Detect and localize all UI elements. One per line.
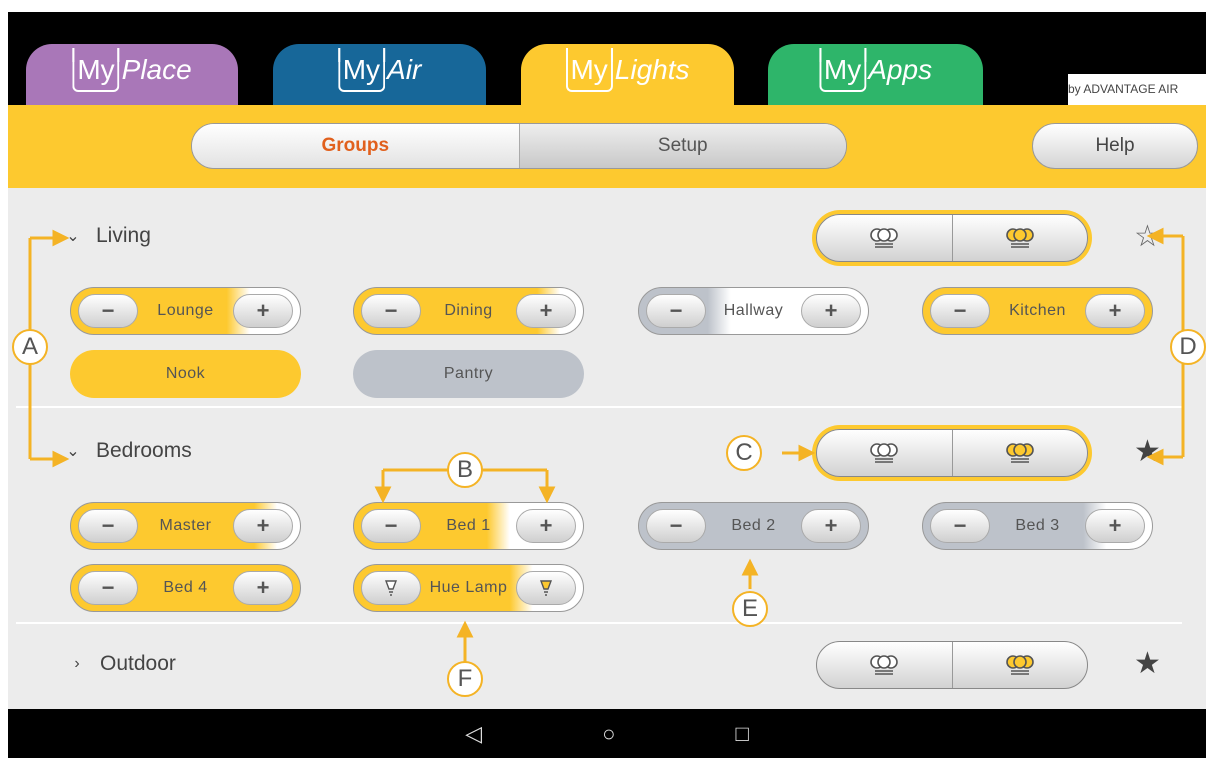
annotation-b: B <box>447 452 483 488</box>
tab-myair[interactable]: My Air <box>273 44 486 106</box>
all-on-button[interactable] <box>953 430 1088 476</box>
header-band: Groups Setup Help <box>8 105 1206 188</box>
chevron-down-icon: ⌄ <box>66 443 80 460</box>
group-header-bedrooms[interactable]: ⌄ Bedrooms <box>66 439 192 463</box>
light-dimmer-bed-3: Bed 3 − + <box>922 502 1153 550</box>
byline: by ADVANTAGE AIR <box>1068 74 1206 105</box>
chevron-down-icon: ⌄ <box>66 228 80 245</box>
light-dimmer-lounge: Lounge − + <box>70 287 301 335</box>
all-off-button[interactable] <box>817 642 953 688</box>
view-segmented-control: Groups Setup <box>191 123 847 169</box>
lamp-on-icon <box>539 580 553 596</box>
dim-up-button[interactable]: + <box>233 509 293 543</box>
group-name: Living <box>96 224 151 247</box>
dim-up-button[interactable]: + <box>801 509 861 543</box>
group-header-outdoor[interactable]: › Outdoor <box>70 652 176 676</box>
chevron-right-icon: › <box>74 655 80 672</box>
group-divider <box>16 406 1182 408</box>
help-button[interactable]: Help <box>1032 123 1198 169</box>
dim-down-button[interactable]: − <box>930 509 990 543</box>
light-dimmer-dining: Dining − + <box>353 287 584 335</box>
bulbs-off-icon <box>870 655 899 675</box>
bulbs-on-icon <box>1005 655 1034 675</box>
light-dimmer-kitchen: Kitchen − + <box>922 287 1153 335</box>
annotation-e: E <box>732 591 768 627</box>
hue-dim-button[interactable] <box>361 571 421 605</box>
bulbs-off-icon <box>870 443 899 463</box>
favourite-star-icon[interactable]: ★ <box>1134 437 1161 467</box>
dim-down-button[interactable]: − <box>78 509 138 543</box>
dim-up-button[interactable]: + <box>1085 294 1145 328</box>
mylights-logo: My Lights <box>565 48 690 92</box>
dim-up-button[interactable]: + <box>801 294 861 328</box>
annotation-c: C <box>726 435 762 471</box>
dim-down-button[interactable]: − <box>361 509 421 543</box>
dim-down-button[interactable]: − <box>646 509 706 543</box>
light-dimmer-bed-1: Bed 1 − + <box>353 502 584 550</box>
light-dimmer-bed-2: Bed 2 − + <box>638 502 869 550</box>
app-screen: My Place My Air My Lights My Apps by ADVANTA… <box>8 12 1206 758</box>
light-switch-nook[interactable]: Nook <box>70 350 301 398</box>
bulbs-on-icon <box>1005 228 1034 248</box>
group-all-control-bedrooms <box>816 429 1088 477</box>
annotation-a: A <box>12 329 48 365</box>
all-off-button[interactable] <box>817 215 953 261</box>
bulbs-on-icon <box>1005 443 1034 463</box>
setup-segment[interactable]: Setup <box>519 124 846 168</box>
lamp-off-icon <box>384 580 398 596</box>
favourite-star-icon[interactable]: ☆ <box>1134 222 1161 252</box>
system-nav-bar: ◁ ○ □ <box>8 709 1206 758</box>
nav-home-icon[interactable]: ○ <box>602 721 615 747</box>
light-switch-pantry[interactable]: Pantry <box>353 350 584 398</box>
bulbs-off-icon <box>870 228 899 248</box>
favourite-star-icon[interactable]: ★ <box>1134 649 1161 679</box>
light-dimmer-bed-4: Bed 4 − + <box>70 564 301 612</box>
dim-up-button[interactable]: + <box>233 294 293 328</box>
annotation-f: F <box>447 661 483 697</box>
tab-mylights[interactable]: My Lights <box>521 44 734 106</box>
myapps-logo: My Apps <box>818 48 932 92</box>
light-hue-lamp: Hue Lamp <box>353 564 584 612</box>
dim-down-button[interactable]: − <box>361 294 421 328</box>
group-divider <box>16 622 1182 624</box>
dim-up-button[interactable]: + <box>233 571 293 605</box>
group-name: Outdoor <box>100 652 176 675</box>
group-header-living[interactable]: ⌄ Living <box>66 224 151 248</box>
dim-up-button[interactable]: + <box>516 294 576 328</box>
nav-recent-icon[interactable]: □ <box>735 721 748 747</box>
dim-down-button[interactable]: − <box>930 294 990 328</box>
group-all-control-living <box>816 214 1088 262</box>
dim-down-button[interactable]: − <box>646 294 706 328</box>
all-on-button[interactable] <box>953 215 1088 261</box>
light-dimmer-master: Master − + <box>70 502 301 550</box>
all-off-button[interactable] <box>817 430 953 476</box>
myplace-logo: My Place <box>72 48 192 92</box>
annotation-d: D <box>1170 329 1206 365</box>
group-name: Bedrooms <box>96 439 192 462</box>
groups-segment[interactable]: Groups <box>192 124 520 168</box>
dim-up-button[interactable]: + <box>516 509 576 543</box>
myair-logo: My Air <box>337 48 421 92</box>
tab-myplace[interactable]: My Place <box>26 44 238 106</box>
nav-back-icon[interactable]: ◁ <box>465 721 482 747</box>
dim-up-button[interactable]: + <box>1085 509 1145 543</box>
hue-bright-button[interactable] <box>516 571 576 605</box>
group-all-control-outdoor <box>816 641 1088 689</box>
light-dimmer-hallway: Hallway − + <box>638 287 869 335</box>
dim-down-button[interactable]: − <box>78 571 138 605</box>
dim-down-button[interactable]: − <box>78 294 138 328</box>
all-on-button[interactable] <box>953 642 1088 688</box>
tab-myapps[interactable]: My Apps <box>768 44 983 106</box>
